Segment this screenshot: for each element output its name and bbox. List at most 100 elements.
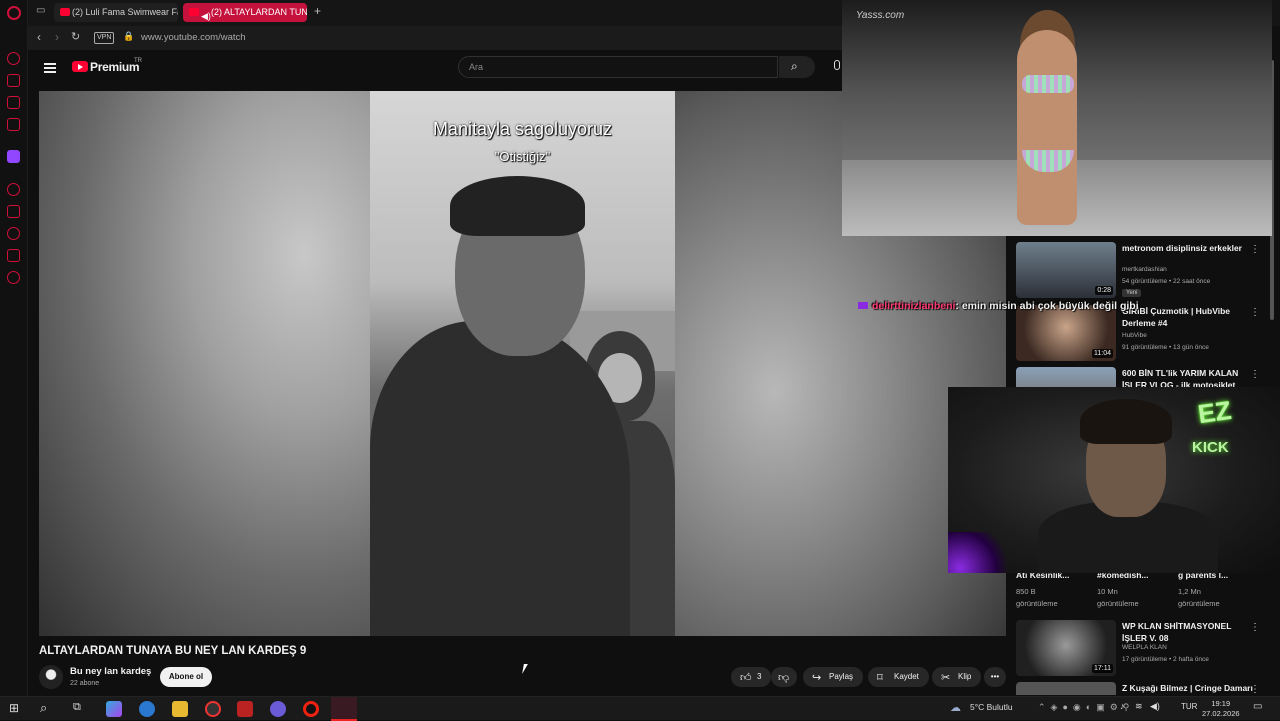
youtube-favicon-icon: [60, 8, 70, 16]
save-label: Kaydet: [894, 672, 919, 681]
tab-altaylardan[interactable]: ◀) (2) ALTAYLARDAN TUN: [183, 3, 307, 22]
short-views-unit: görüntüleme: [1097, 599, 1139, 608]
video-title: ALTAYLARDAN TUNAYA BU NEY LAN KARDEŞ 9: [39, 645, 307, 657]
cloud-icon: ☁: [950, 702, 961, 714]
thumbs-up-icon: 👍︎: [740, 672, 752, 684]
forward-icon[interactable]: ›: [55, 30, 59, 44]
search-input[interactable]: Ara: [458, 56, 778, 78]
more-vert-icon[interactable]: ⋮: [1250, 307, 1260, 318]
ez-logo: EZ: [1196, 394, 1234, 430]
rec-title[interactable]: Z Kuşağı Bilmez | Cringe Damarı: [1122, 682, 1262, 694]
browser-sidebar: [0, 0, 28, 696]
search-button[interactable]: ⌕: [779, 56, 815, 78]
windows-start-icon[interactable]: ⊞: [9, 701, 19, 715]
edge-icon[interactable]: [139, 701, 155, 717]
microphone-icon[interactable]: ♪: [1120, 701, 1125, 711]
opera-gx-icon[interactable]: [205, 701, 221, 717]
video-thumbnail[interactable]: 11:04: [1016, 305, 1116, 361]
video-thumbnail[interactable]: [1016, 367, 1116, 387]
more-vert-icon[interactable]: ⋮: [1250, 622, 1260, 633]
youtube-logo-text[interactable]: Premium: [90, 60, 140, 74]
short-item[interactable]: Atı Kesinlik... 850 Bgörüntüleme: [1016, 570, 1094, 610]
clock[interactable]: 19:19 27.02.2026: [1202, 699, 1240, 719]
rec-meta: 17 görüntüleme • 2 hafta önce: [1122, 656, 1209, 663]
opera-icon[interactable]: [303, 701, 319, 717]
bookmarks-icon[interactable]: [7, 205, 20, 218]
workspace-icon[interactable]: [7, 74, 20, 87]
settings-icon[interactable]: [7, 271, 20, 284]
swimwear-top: [1022, 75, 1074, 93]
speaker-icon[interactable]: ◀): [201, 7, 211, 22]
list-item[interactable]: 17:11 WP KLAN SHİTMASYONEL İŞLER V. 08 W…: [1016, 620, 1274, 678]
more-actions-button[interactable]: •••: [984, 667, 1006, 687]
twitch-icon[interactable]: [7, 150, 20, 163]
tab-menu-icon[interactable]: ▭: [36, 5, 45, 16]
video-thumbnail[interactable]: 0:28: [1016, 242, 1116, 298]
url-field[interactable]: www.youtube.com/watch: [141, 32, 246, 43]
weather-text[interactable]: 5°C Bulutlu: [970, 702, 1013, 712]
youtube-logo-icon[interactable]: [72, 61, 88, 72]
volume-icon[interactable]: ◀): [1150, 701, 1160, 712]
subscribe-button[interactable]: Abone ol: [160, 667, 212, 687]
clip-label: Klip: [958, 672, 972, 681]
rec-title[interactable]: GİRİBİ Çuzmotik | HubVibe Derleme #4: [1122, 305, 1252, 329]
channel-name[interactable]: Bu ney lan kardeş: [70, 666, 151, 677]
extensions-icon[interactable]: [7, 249, 20, 262]
short-item[interactable]: #komedish... 10 Mn görüntüleme: [1097, 570, 1175, 610]
more-vert-icon[interactable]: ⋮: [1250, 244, 1260, 255]
notification-icon[interactable]: ▭: [1253, 701, 1262, 712]
instagram-icon[interactable]: [7, 118, 20, 131]
aria-icon[interactable]: [7, 52, 20, 65]
player-icon[interactable]: [7, 183, 20, 196]
opera-gx-active-icon[interactable]: [331, 697, 357, 721]
duration-badge: 11:04: [1092, 349, 1113, 358]
search-icon[interactable]: ⌕: [40, 700, 47, 716]
dislike-button[interactable]: 👎︎: [771, 667, 797, 687]
rec-channel[interactable]: mertkardashian: [1122, 266, 1167, 273]
language-indicator[interactable]: TUR: [1181, 702, 1197, 711]
vpn-badge[interactable]: VPN: [94, 32, 115, 44]
back-icon[interactable]: ‹: [37, 30, 41, 44]
rec-title[interactable]: WP KLAN SHİTMASYONEL İŞLER V. 08: [1122, 620, 1252, 644]
task-view-icon[interactable]: ⧉: [73, 701, 81, 714]
clip-button[interactable]: ✂ Klip: [932, 667, 982, 687]
rec-title[interactable]: 600 BİN TL'lik YARIM KALAN İŞLER VLOG - …: [1122, 367, 1252, 387]
lock-icon[interactable]: 🔒: [123, 31, 134, 42]
menu-icon[interactable]: [44, 63, 56, 73]
chat-text: : emin misin abi çok büyük değil gibi: [955, 300, 1139, 312]
list-item[interactable]: 600 BİN TL'lik YARIM KALAN İŞLER VLOG - …: [1016, 367, 1274, 387]
discord-icon[interactable]: [270, 701, 286, 717]
list-item[interactable]: 0:28 metronom disiplinsiz erkekler mertk…: [1016, 242, 1274, 300]
new-tab-button[interactable]: +: [314, 4, 321, 18]
rec-channel[interactable]: WELPLA KLAN: [1122, 644, 1167, 651]
more-vert-icon[interactable]: ⋮: [1250, 369, 1260, 380]
mouse-cursor-icon: [522, 664, 532, 674]
copilot-icon[interactable]: [106, 701, 122, 717]
rec-channel[interactable]: HubVibe: [1122, 332, 1147, 339]
share-button[interactable]: ↪ Paylaş: [803, 667, 864, 687]
file-explorer-icon[interactable]: [172, 701, 188, 717]
history-icon[interactable]: [7, 227, 20, 240]
list-item[interactable]: Z Kuşağı Bilmez | Cringe Damarı ⋮: [1016, 682, 1274, 695]
video-thumbnail[interactable]: [1016, 682, 1116, 695]
short-item[interactable]: g parents l... 1,2 Mn görüntüleme: [1178, 570, 1256, 610]
rec-title[interactable]: metronom disiplinsiz erkekler: [1122, 242, 1252, 254]
more-vert-icon[interactable]: ⋮: [1250, 684, 1260, 695]
app-icon[interactable]: [237, 701, 253, 717]
youtube-masthead: Premium TR Ara ⌕: [28, 50, 843, 90]
opera-logo-icon[interactable]: [7, 6, 21, 20]
tab-label: (2) ALTAYLARDAN TUN: [211, 7, 307, 17]
video-thumbnail[interactable]: 17:11: [1016, 620, 1116, 676]
reload-icon[interactable]: ↻: [71, 30, 80, 43]
wifi-icon[interactable]: ≋: [1135, 701, 1143, 712]
channel-avatar[interactable]: [39, 665, 63, 689]
rec-meta: 54 görüntüleme • 22 saat önce: [1122, 278, 1211, 285]
like-button[interactable]: 👍︎ 3: [731, 667, 771, 687]
save-button[interactable]: ⌑ Kaydet: [868, 667, 929, 687]
list-item[interactable]: 11:04 GİRİBİ Çuzmotik | HubVibe Derleme …: [1016, 305, 1274, 363]
tab-luli-fama[interactable]: (2) Luli Fama Swimwear Fa: [54, 3, 178, 22]
youtube-favicon-icon: [189, 8, 199, 16]
mic-icon[interactable]: [834, 60, 840, 70]
messenger-icon[interactable]: [7, 96, 20, 109]
short-views: 1,2 Mn: [1178, 587, 1201, 596]
